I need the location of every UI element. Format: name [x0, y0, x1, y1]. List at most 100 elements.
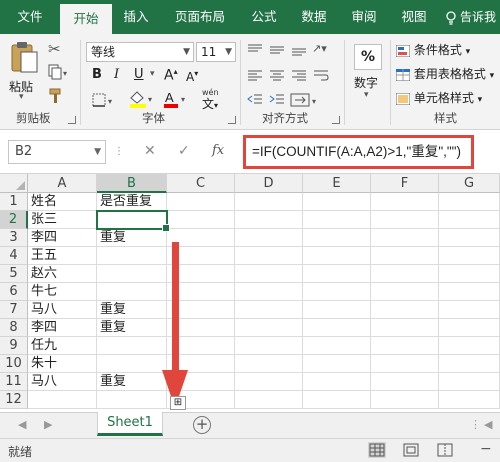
quick-analysis-icon[interactable]: ⊞ — [170, 396, 186, 410]
grid-cell[interactable]: 赵六 — [28, 265, 97, 283]
row-header[interactable]: 11 — [0, 373, 28, 391]
tab-formulas[interactable]: 公式 — [242, 0, 286, 34]
align-right-icon[interactable] — [290, 68, 308, 87]
copy-icon[interactable]: ▾ — [48, 64, 70, 83]
normal-view-icon[interactable] — [368, 442, 386, 458]
grid-cell[interactable] — [235, 193, 303, 211]
row-header[interactable]: 6 — [0, 283, 28, 301]
grid-cell[interactable] — [303, 391, 371, 409]
grid-cell[interactable] — [371, 265, 439, 283]
page-layout-view-icon[interactable] — [402, 442, 420, 458]
formula-input[interactable]: =IF(COUNTIF(A:A,A2)>1,"重复","") — [243, 135, 474, 169]
tab-review[interactable]: 审阅 — [342, 0, 386, 34]
row-header[interactable]: 8 — [0, 319, 28, 337]
sheet-scroll-split-icon[interactable]: ⋮ — [470, 418, 481, 431]
next-sheet-icon[interactable]: ▶ — [44, 418, 52, 431]
column-header-g[interactable]: G — [439, 174, 500, 193]
paste-dropdown-icon[interactable]: ▾ — [19, 92, 24, 102]
grid-cell[interactable] — [303, 247, 371, 265]
insert-function-button[interactable]: fx — [212, 143, 224, 158]
row-header[interactable]: 10 — [0, 355, 28, 373]
prev-sheet-icon[interactable]: ◀ — [18, 418, 26, 431]
tab-file[interactable]: 文件 — [8, 0, 52, 34]
paste-button[interactable]: 粘贴 ▾ — [6, 38, 42, 104]
grid-cell[interactable] — [371, 319, 439, 337]
column-header-c[interactable]: C — [167, 174, 235, 193]
shrink-font-button[interactable]: A▾ — [186, 69, 198, 84]
row-header[interactable]: 4 — [0, 247, 28, 265]
grid-cell[interactable] — [371, 247, 439, 265]
grid-cell[interactable] — [303, 265, 371, 283]
font-color-icon[interactable]: A ▾ — [162, 90, 190, 111]
tab-insert[interactable]: 插入 — [114, 0, 158, 34]
grid-cell[interactable] — [371, 391, 439, 409]
grid-cell[interactable]: 重复 — [97, 229, 167, 247]
grid-cell[interactable] — [97, 337, 167, 355]
grid-cell[interactable]: 李四 — [28, 319, 97, 337]
grid-cell[interactable] — [235, 211, 303, 229]
format-as-table-button[interactable]: 套用表格格式 ▾ — [395, 64, 494, 84]
font-name-select[interactable]: 等线 ▼ — [86, 42, 194, 62]
row-header[interactable]: 9 — [0, 337, 28, 355]
grid-cell[interactable] — [97, 247, 167, 265]
grid-cell[interactable] — [439, 193, 500, 211]
font-size-select[interactable]: 11 ▼ — [196, 42, 236, 62]
row-header[interactable]: 3 — [0, 229, 28, 247]
add-sheet-icon[interactable]: + — [193, 416, 211, 434]
grow-font-button[interactable]: A▴ — [164, 67, 178, 84]
grid-cell[interactable] — [439, 391, 500, 409]
grid-cell[interactable] — [235, 247, 303, 265]
grid-cell[interactable] — [439, 247, 500, 265]
align-left-icon[interactable] — [246, 68, 264, 87]
grid-cell[interactable] — [235, 391, 303, 409]
grid-cell[interactable] — [303, 319, 371, 337]
grid-cell[interactable] — [303, 193, 371, 211]
grid-cell[interactable]: 重复 — [97, 373, 167, 391]
grid-cell[interactable] — [371, 211, 439, 229]
page-break-view-icon[interactable] — [436, 442, 454, 458]
grid-cell[interactable] — [167, 193, 235, 211]
enter-icon[interactable]: ✓ — [178, 143, 190, 159]
grid-cell[interactable] — [303, 229, 371, 247]
align-top-icon[interactable] — [246, 42, 264, 61]
grid-cell[interactable] — [235, 319, 303, 337]
underline-dropdown-icon[interactable]: ▾ — [150, 69, 155, 79]
grid-cell[interactable]: 王五 — [28, 247, 97, 265]
column-header-a[interactable]: A — [28, 174, 97, 193]
underline-button[interactable]: U — [134, 67, 144, 82]
decrease-indent-icon[interactable] — [246, 92, 264, 111]
grid-cell[interactable] — [235, 283, 303, 301]
grid-cell[interactable] — [371, 301, 439, 319]
grid-cell[interactable] — [97, 265, 167, 283]
row-header[interactable]: 7 — [0, 301, 28, 319]
grid-cell[interactable] — [97, 283, 167, 301]
grid-cell[interactable]: 姓名 — [28, 193, 97, 211]
grid-cell[interactable] — [439, 283, 500, 301]
grid-cell[interactable]: 任九 — [28, 337, 97, 355]
grid-cell[interactable] — [439, 211, 500, 229]
grid-cell[interactable] — [439, 229, 500, 247]
grid-cell[interactable] — [167, 211, 235, 229]
grid-cell[interactable] — [303, 211, 371, 229]
column-header-d[interactable]: D — [235, 174, 303, 193]
grid-cell[interactable]: 是否重复 — [97, 193, 167, 211]
format-painter-icon[interactable] — [48, 88, 64, 107]
select-all-button[interactable] — [0, 174, 28, 193]
grid-cell[interactable] — [235, 229, 303, 247]
row-header[interactable]: 5 — [0, 265, 28, 283]
grid-cell[interactable]: 张三 — [28, 211, 97, 229]
grid-cell[interactable] — [303, 355, 371, 373]
grid-cell[interactable]: 马八 — [28, 373, 97, 391]
sheet-tab-sheet1[interactable]: Sheet1 — [97, 412, 163, 436]
borders-icon[interactable]: ▾ — [92, 92, 118, 111]
selected-cell-b2[interactable] — [96, 210, 170, 232]
bold-button[interactable]: B — [92, 67, 102, 82]
tell-me-box[interactable]: 告诉我 — [445, 0, 500, 34]
font-launcher-icon[interactable] — [228, 116, 236, 124]
grid-cell[interactable] — [235, 337, 303, 355]
cell-styles-button[interactable]: 单元格样式 ▾ — [395, 88, 482, 108]
orientation-icon[interactable]: ↗▾ — [312, 42, 327, 55]
name-box[interactable]: B2 ▼ — [8, 140, 106, 164]
phonetic-icon[interactable]: wén 文▾ — [202, 88, 219, 112]
grid-cell[interactable] — [97, 355, 167, 373]
